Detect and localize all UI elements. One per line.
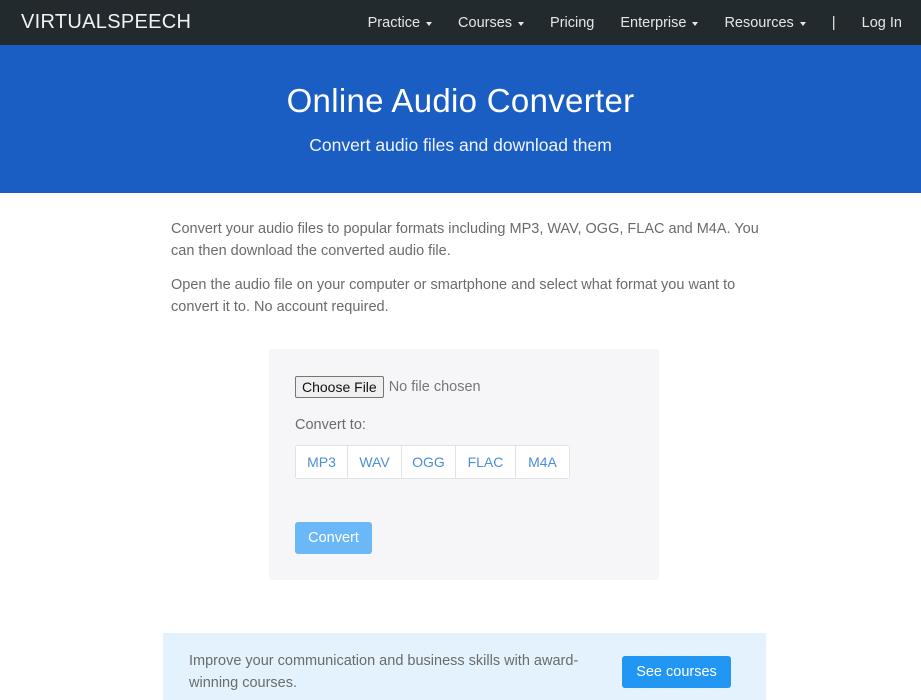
nav-item-resources[interactable]: Resources bbox=[711, 15, 818, 31]
format-option-ogg[interactable]: OGG bbox=[402, 446, 456, 478]
login-link[interactable]: Log In bbox=[849, 15, 921, 31]
caret-down-icon bbox=[518, 21, 525, 26]
format-option-m4a[interactable]: M4A bbox=[516, 446, 569, 478]
intro-paragraph: Open the audio file on your computer or … bbox=[171, 277, 736, 315]
hero-banner: Online Audio Converter Convert audio fil… bbox=[0, 45, 921, 193]
login-label: Log In bbox=[861, 14, 902, 31]
nav-item-courses[interactable]: Courses bbox=[445, 15, 537, 31]
caret-down-icon bbox=[692, 21, 699, 26]
intro-section: Convert your audio files to popular form… bbox=[171, 219, 761, 331]
nav-menu: Practice Courses Pricing Enterprise Reso… bbox=[355, 0, 921, 45]
nav-item-label: Practice bbox=[367, 14, 421, 31]
nav-divider: | bbox=[831, 14, 836, 31]
file-input[interactable]: Choose File No file chosen bbox=[295, 376, 481, 398]
nav-item-label: Resources bbox=[724, 14, 794, 31]
see-courses-button[interactable]: See courses bbox=[622, 656, 731, 688]
nav-item-label: Courses bbox=[458, 14, 513, 31]
nav-item-practice[interactable]: Practice bbox=[355, 15, 445, 31]
convert-to-label: Convert to: bbox=[295, 417, 366, 433]
format-selector: MP3 WAV OGG FLAC M4A bbox=[295, 445, 570, 479]
top-navbar: VIRTUALSPEECH Practice Courses Pricing E… bbox=[0, 0, 921, 45]
intro-paragraph: Convert your audio files to popular form… bbox=[171, 221, 759, 259]
cta-text: Improve your communication and business … bbox=[189, 653, 579, 691]
choose-file-button[interactable]: Choose File bbox=[295, 376, 384, 398]
converter-panel: Choose File No file chosen Convert to: M… bbox=[269, 349, 659, 580]
convert-button[interactable]: Convert bbox=[295, 522, 372, 554]
nav-item-enterprise[interactable]: Enterprise bbox=[607, 15, 711, 31]
format-option-mp3[interactable]: MP3 bbox=[296, 446, 348, 478]
nav-item-label: Pricing bbox=[550, 14, 595, 31]
nav-item-label: Enterprise bbox=[620, 14, 687, 31]
page-subtitle: Convert audio files and download them bbox=[309, 135, 612, 155]
caret-down-icon bbox=[799, 21, 806, 26]
file-status: No file chosen bbox=[388, 379, 481, 395]
format-option-wav[interactable]: WAV bbox=[348, 446, 402, 478]
format-option-flac[interactable]: FLAC bbox=[456, 446, 516, 478]
courses-cta-banner: Improve your communication and business … bbox=[163, 633, 766, 700]
caret-down-icon bbox=[426, 21, 433, 26]
nav-item-pricing[interactable]: Pricing bbox=[537, 15, 607, 31]
page-title: Online Audio Converter bbox=[286, 82, 635, 119]
brand-logo[interactable]: VIRTUALSPEECH bbox=[21, 11, 191, 34]
